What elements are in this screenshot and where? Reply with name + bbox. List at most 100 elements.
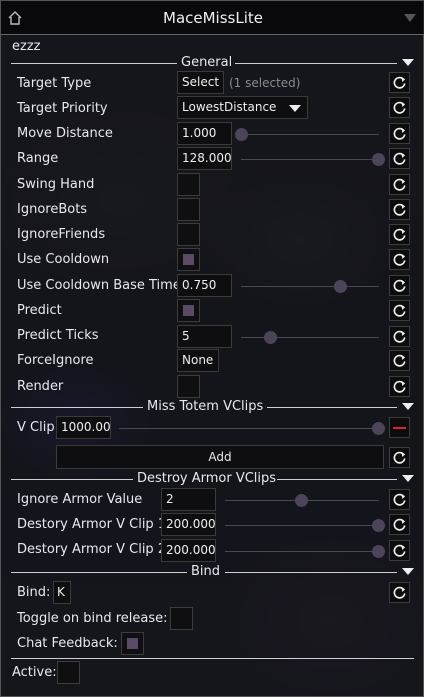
remove-vclip-button[interactable]: [389, 417, 410, 438]
predict-ticks-slider-knob[interactable]: [264, 331, 277, 344]
section-bind-header[interactable]: Bind: [11, 564, 414, 580]
target-priority-dropdown[interactable]: LowestDistance: [177, 96, 308, 119]
active-checkbox[interactable]: [57, 661, 80, 684]
reset-cooldown-base-time-button[interactable]: [389, 275, 410, 296]
armor-vclip1-input[interactable]: 200.000: [161, 513, 216, 536]
predict-ticks-input[interactable]: 5: [177, 325, 232, 348]
predict-checkbox[interactable]: [177, 299, 200, 322]
armor-vclip1-slider-knob[interactable]: [372, 519, 385, 532]
use-cooldown-checkbox[interactable]: [177, 248, 200, 271]
toggle-on-release-label: Toggle on bind release:: [17, 611, 168, 626]
range-slider-track[interactable]: [241, 159, 379, 160]
collapse-totem-icon[interactable]: [402, 403, 414, 411]
reset-move-distance-button[interactable]: [389, 123, 410, 144]
reset-icon: [393, 586, 406, 599]
cooldown-base-time-slider-knob[interactable]: [334, 280, 347, 293]
ignore-armor-value-slider-knob[interactable]: [295, 494, 308, 507]
reset-armor-vclip1-button[interactable]: [389, 514, 410, 535]
reset-force-ignore-button[interactable]: [389, 350, 410, 371]
reset-predict-button[interactable]: [389, 300, 410, 321]
cooldown-base-time-input[interactable]: 0.750: [177, 274, 232, 297]
reset-predict-ticks-button[interactable]: [389, 326, 410, 347]
ignore-bots-checkbox[interactable]: [177, 198, 200, 221]
armor-vclip2-label: Destory Armor V Clip 2: [17, 542, 167, 557]
render-checkbox[interactable]: [177, 375, 200, 398]
swing-hand-checkbox[interactable]: [177, 173, 200, 196]
armor-vclip2-slider-track[interactable]: [225, 551, 379, 552]
reset-icon: [393, 228, 406, 241]
reset-range-button[interactable]: [389, 148, 410, 169]
predict-ticks-label: Predict Ticks: [17, 328, 99, 343]
armor-vclip1-slider-track[interactable]: [225, 525, 379, 526]
range-input[interactable]: 128.000: [177, 147, 232, 170]
reset-ignore-bots-button[interactable]: [389, 199, 410, 220]
section-totem-header[interactable]: Miss Totem VClips: [11, 399, 414, 415]
reset-icon: [393, 451, 406, 464]
move-distance-label: Move Distance: [17, 126, 113, 141]
reset-icon: [393, 127, 406, 140]
reset-icon: [393, 380, 406, 393]
reset-icon: [393, 76, 406, 89]
range-slider-knob[interactable]: [372, 153, 385, 166]
vclip-label: V Clip: [17, 420, 55, 435]
reset-icon: [393, 279, 406, 292]
reset-icon: [393, 178, 406, 191]
reset-ignore-friends-button[interactable]: [389, 224, 410, 245]
collapse-bind-icon[interactable]: [402, 568, 414, 576]
section-totem-title: Miss Totem VClips: [147, 399, 264, 414]
title-bar[interactable]: MaceMissLite: [1, 1, 424, 35]
section-general-header[interactable]: General: [11, 55, 414, 71]
ignore-armor-value-label: Ignore Armor Value: [17, 492, 143, 507]
bind-key-button[interactable]: K: [53, 581, 71, 604]
reset-icon: [393, 253, 406, 266]
reset-swing-hand-button[interactable]: [389, 174, 410, 195]
cooldown-base-time-slider-track[interactable]: [241, 286, 379, 287]
collapse-icon[interactable]: [403, 13, 417, 23]
reset-target-priority-button[interactable]: [389, 97, 410, 118]
use-cooldown-label: Use Cooldown: [17, 252, 110, 267]
add-vclip-button[interactable]: Add: [56, 445, 384, 469]
reset-icon: [393, 101, 406, 114]
divider: [11, 658, 414, 659]
force-ignore-button[interactable]: None: [177, 349, 219, 372]
target-priority-label: Target Priority: [17, 101, 108, 116]
section-bind-title: Bind: [191, 564, 221, 579]
move-distance-input[interactable]: 1.000: [177, 122, 232, 145]
section-armor-header[interactable]: Destroy Armor VClips: [11, 471, 414, 487]
armor-vclip2-slider-knob[interactable]: [372, 545, 385, 558]
reset-target-type-button[interactable]: [389, 72, 410, 93]
active-label: Active:: [12, 665, 57, 680]
target-priority-value: LowestDistance: [182, 100, 277, 114]
ignore-friends-checkbox[interactable]: [177, 223, 200, 246]
reset-render-button[interactable]: [389, 376, 410, 397]
ignore-armor-value-input[interactable]: 2: [161, 488, 216, 511]
reset-armor-vclip2-button[interactable]: [389, 540, 410, 561]
chat-feedback-checkbox[interactable]: [121, 632, 144, 655]
reset-icon: [393, 493, 406, 506]
reset-bind-button[interactable]: [389, 582, 410, 603]
range-label: Range: [17, 151, 59, 166]
vclip-slider-knob[interactable]: [372, 422, 385, 435]
reset-icon: [393, 354, 406, 367]
reset-icon: [393, 518, 406, 531]
section-armor-title: Destroy Armor VClips: [137, 471, 277, 486]
target-type-select-button[interactable]: Select: [177, 71, 224, 94]
collapse-general-icon[interactable]: [402, 59, 414, 67]
reset-icon: [393, 304, 406, 317]
swing-hand-label: Swing Hand: [17, 177, 95, 192]
reset-ignore-armor-value-button[interactable]: [389, 489, 410, 510]
reset-totem-vclips-button[interactable]: [389, 447, 410, 468]
move-distance-slider-track[interactable]: [241, 134, 379, 135]
toggle-on-release-checkbox[interactable]: [170, 607, 193, 630]
predict-ticks-slider-track[interactable]: [241, 337, 379, 338]
reset-icon: [393, 152, 406, 165]
vclip-slider-track[interactable]: [119, 428, 379, 429]
vclip-input[interactable]: 1000.00: [56, 416, 111, 439]
reset-use-cooldown-button[interactable]: [389, 249, 410, 270]
armor-vclip2-input[interactable]: 200.000: [161, 539, 216, 562]
move-distance-slider-knob[interactable]: [235, 128, 248, 141]
target-type-label: Target Type: [17, 76, 92, 91]
ignore-bots-label: IgnoreBots: [17, 202, 88, 217]
target-type-selected-count: (1 selected): [229, 76, 301, 90]
collapse-armor-icon[interactable]: [402, 475, 414, 483]
